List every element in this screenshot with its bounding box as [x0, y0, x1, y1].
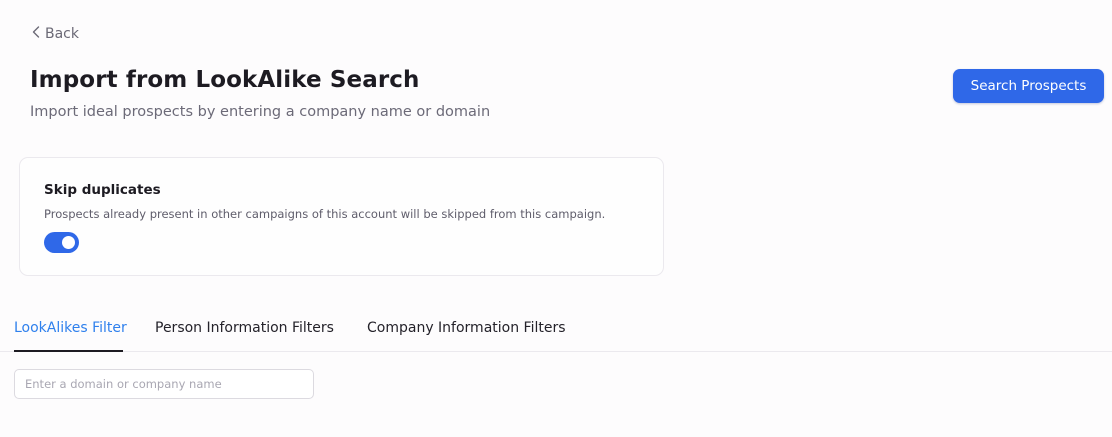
search-prospects-button[interactable]: Search Prospects — [953, 69, 1104, 103]
back-label: Back — [45, 26, 79, 42]
skip-duplicates-toggle[interactable] — [44, 232, 79, 253]
skip-duplicates-description: Prospects already present in other campa… — [44, 207, 606, 221]
tab-person-information-filters[interactable]: Person Information Filters — [155, 320, 334, 336]
tab-company-information-filters[interactable]: Company Information Filters — [367, 320, 566, 336]
active-tab-indicator — [14, 350, 123, 352]
domain-search-input[interactable] — [14, 369, 314, 399]
import-page: Back Import from LookAlike Search Import… — [0, 0, 1112, 437]
page-subtitle: Import ideal prospects by entering a com… — [30, 104, 491, 120]
filter-tabs: LookAlikes Filter Person Information Fil… — [0, 310, 1112, 352]
chevron-left-icon — [31, 25, 41, 43]
tab-lookalikes-filter[interactable]: LookAlikes Filter — [14, 320, 127, 336]
toggle-knob — [62, 236, 75, 249]
skip-duplicates-title: Skip duplicates — [44, 182, 161, 198]
back-link[interactable]: Back — [31, 25, 79, 43]
page-title: Import from LookAlike Search — [30, 67, 420, 93]
skip-duplicates-card: Skip duplicates Prospects already presen… — [19, 157, 664, 276]
